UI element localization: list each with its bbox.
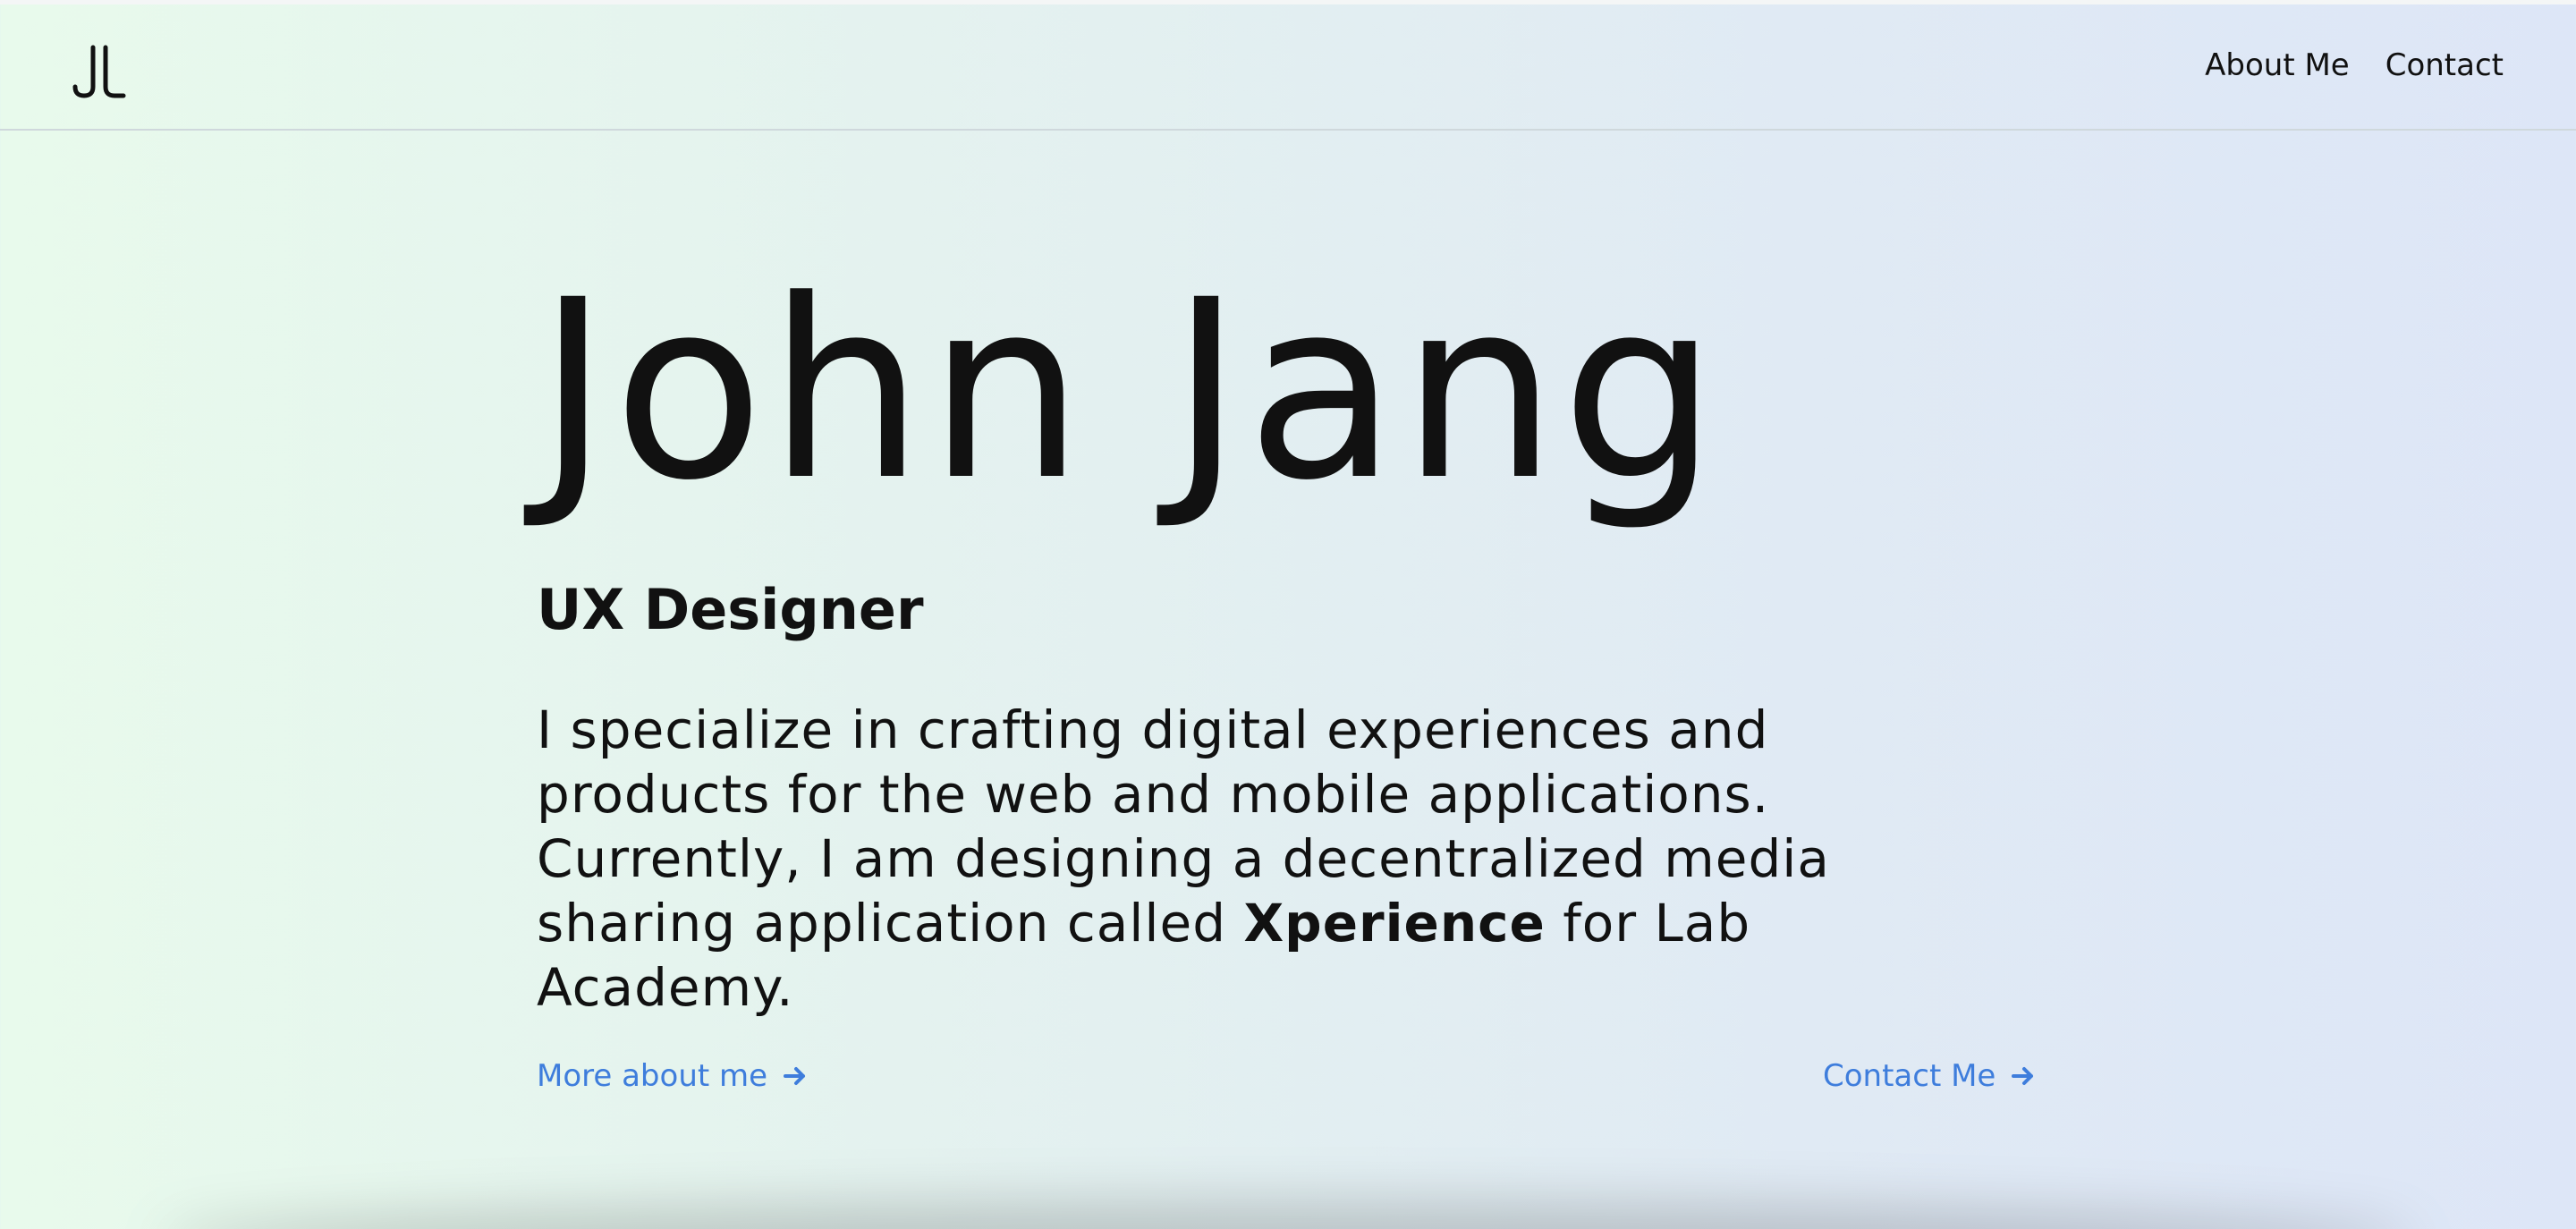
cta-row: More about me Contact Me [537, 1058, 2039, 1103]
top-navbar: About Me Contact [0, 4, 2576, 131]
logo-home-link[interactable] [70, 42, 129, 101]
contact-me-link[interactable]: Contact Me [1823, 1058, 2037, 1094]
more-about-me-label: More about me [537, 1058, 768, 1094]
hero-bio: I specialize in crafting digital experie… [537, 698, 1896, 1020]
nav-contact[interactable]: Contact [2385, 47, 2504, 83]
arrow-right-icon [2012, 1067, 2034, 1085]
hero-section: John Jang UX Designer I specialize in cr… [537, 248, 2057, 1019]
hero-role: UX Designer [537, 577, 924, 642]
next-section-shadow [161, 1202, 2415, 1229]
contact-me-label: Contact Me [1823, 1058, 1996, 1094]
nav-about-me[interactable]: About Me [2205, 47, 2350, 83]
jj-monogram-icon [72, 45, 126, 98]
arrow-right-icon [784, 1067, 806, 1085]
more-about-me-link[interactable]: More about me [537, 1058, 809, 1094]
main-nav: About Me Contact [2205, 47, 2504, 83]
hero-name: John Jang [537, 248, 1722, 535]
bio-highlight-xperience: Xperience [1243, 893, 1546, 954]
